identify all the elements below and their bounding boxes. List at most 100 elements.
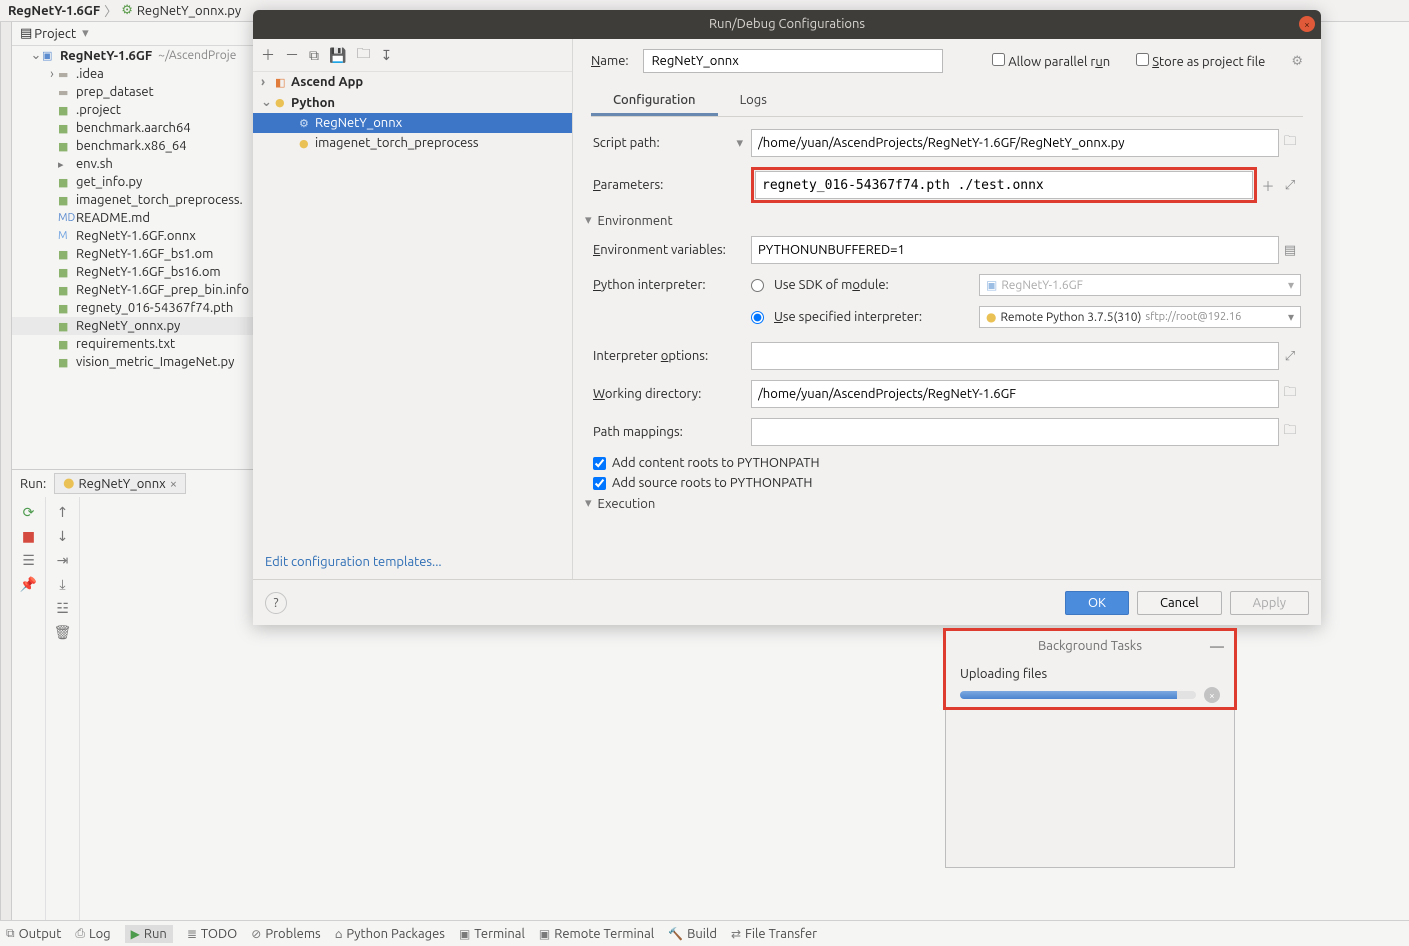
print-icon[interactable]: ☳ (46, 597, 79, 619)
bottom-run[interactable]: ▶Run (125, 925, 173, 943)
tree-item[interactable]: MRegNetY-1.6GF.onnx (12, 227, 268, 245)
cancel-button[interactable]: Cancel (1137, 591, 1222, 615)
rerun-icon[interactable]: ⟳ (12, 501, 45, 523)
browse-icon[interactable]: 🗀 (1279, 383, 1301, 405)
config-group-python[interactable]: ⌄●Python (253, 92, 572, 113)
bottom-log[interactable]: ⎙Log (75, 927, 110, 941)
tree-item[interactable]: ■get_info.py (12, 173, 268, 191)
edit-templates-link[interactable]: Edit configuration templates... (253, 545, 572, 579)
project-tree[interactable]: ⌄ ▣ RegNetY-1.6GF ~/AscendProje ›▬.idea … (12, 46, 268, 469)
project-tool-header[interactable]: ▤ Project ▾ (12, 22, 268, 46)
script-path-input[interactable] (751, 129, 1279, 157)
exec-section[interactable]: ▾Execution (585, 496, 1301, 511)
scrollend-icon[interactable]: ⤓ (46, 573, 79, 595)
config-item-regnety[interactable]: ⚙RegNetY_onnx (253, 113, 572, 133)
cancel-task-icon[interactable]: × (1204, 687, 1220, 703)
layout-icon[interactable]: ☰ (12, 549, 45, 571)
interp-opts-input[interactable] (751, 342, 1279, 370)
bottom-remote-terminal[interactable]: ▣Remote Terminal (539, 927, 654, 941)
interpreter-dropdown[interactable]: ● Remote Python 3.7.5(310) sftp://root@1… (979, 306, 1301, 328)
sort-icon[interactable]: ↧ (380, 47, 392, 64)
chevron-down-icon[interactable]: ▾ (736, 136, 743, 151)
stop-icon[interactable]: ■ (12, 525, 45, 547)
env-section[interactable]: ▾Environment (585, 213, 1301, 228)
config-group-ascend[interactable]: ›◧Ascend App (253, 72, 572, 92)
run-tab[interactable]: ● RegNetY_onnx × (54, 473, 186, 494)
pin-icon[interactable]: 📌 (12, 573, 45, 595)
ok-button[interactable]: OK (1065, 591, 1129, 615)
expand-icon[interactable]: ⤢ (1279, 349, 1301, 364)
chevron-right-icon: 〉 (104, 1, 117, 20)
tree-item[interactable]: ■benchmark.aarch64 (12, 119, 268, 137)
tree-item[interactable]: ›▬.idea (12, 65, 268, 83)
expand-icon[interactable]: ⤢ (1279, 178, 1301, 193)
minimize-icon[interactable]: — (1210, 638, 1224, 654)
bottom-build[interactable]: 🔨Build (668, 927, 717, 941)
tree-item[interactable]: ■imagenet_torch_preprocess. (12, 191, 268, 209)
close-icon[interactable]: × (1299, 16, 1315, 32)
use-sdk-label: Use SDK of module: (774, 278, 889, 292)
chevron-down-icon[interactable]: ▾ (82, 26, 89, 41)
add-content-root-checkbox[interactable] (593, 457, 606, 470)
workdir-input[interactable] (751, 380, 1279, 408)
bottom-todo[interactable]: ≣TODO (187, 927, 237, 941)
tree-item[interactable]: ■requirements.txt (12, 335, 268, 353)
close-icon[interactable]: × (170, 477, 177, 491)
crumb-root[interactable]: RegNetY-1.6GF (8, 4, 100, 18)
trash-icon[interactable]: 🗑 (46, 621, 79, 643)
softwrap-icon[interactable]: ⇥ (46, 549, 79, 571)
name-input[interactable] (643, 49, 943, 73)
tree-item[interactable]: ■benchmark.x86_64 (12, 137, 268, 155)
store-as-project-checkbox[interactable]: Store as project file (1136, 53, 1265, 69)
pathmap-input[interactable] (751, 418, 1279, 446)
envvars-input[interactable] (751, 236, 1279, 264)
tree-item[interactable]: ■RegNetY-1.6GF_bs16.om (12, 263, 268, 281)
bottom-terminal[interactable]: ▣Terminal (459, 927, 525, 941)
bottom-output[interactable]: ⧉Output (6, 927, 61, 941)
allow-parallel-checkbox[interactable]: Allow parallel run (992, 53, 1110, 69)
up-icon[interactable]: ↑ (46, 501, 79, 523)
add-icon[interactable]: ＋ (1257, 176, 1279, 195)
list-icon[interactable]: ▤ (1279, 243, 1301, 258)
python-icon: ■ (58, 356, 72, 369)
gear-icon[interactable]: ⚙ (1291, 54, 1303, 69)
config-tree[interactable]: ›◧Ascend App ⌄●Python ⚙RegNetY_onnx ●ima… (253, 72, 572, 545)
add-source-root-checkbox[interactable] (593, 477, 606, 490)
help-button[interactable]: ? (265, 592, 287, 614)
remove-icon[interactable]: － (285, 45, 299, 65)
config-item-imagenet[interactable]: ●imagenet_torch_preprocess (253, 133, 572, 153)
use-specified-radio[interactable] (751, 311, 764, 324)
browse-icon[interactable]: 🗀 (1279, 421, 1301, 443)
tab-configuration[interactable]: Configuration (591, 87, 718, 116)
tree-item[interactable]: ■vision_metric_ImageNet.py (12, 353, 268, 371)
run-toolwindow-header: Run: ● RegNetY_onnx × (12, 469, 268, 497)
copy-icon[interactable]: ⧉ (309, 47, 319, 64)
down-icon[interactable]: ↓ (46, 525, 79, 547)
sdk-module-dropdown[interactable]: ▣ RegNetY-1.6GF ▾ (979, 274, 1301, 296)
use-sdk-radio[interactable] (751, 279, 764, 292)
browse-icon[interactable]: 🗀 (1279, 132, 1301, 154)
tree-item[interactable]: ■RegNetY-1.6GF_prep_bin.info (12, 281, 268, 299)
tree-item[interactable]: ▬prep_dataset (12, 83, 268, 101)
tree-item[interactable]: ▸env.sh (12, 155, 268, 173)
tree-item[interactable]: ■regnety_016-54367f74.pth (12, 299, 268, 317)
apply-button[interactable]: Apply (1230, 591, 1309, 615)
tree-root[interactable]: ⌄ ▣ RegNetY-1.6GF ~/AscendProje (12, 46, 268, 65)
parameters-input[interactable] (755, 171, 1253, 199)
python-icon: ■ (58, 194, 72, 207)
crumb-file[interactable]: RegNetY_onnx.py (137, 4, 241, 18)
folder-icon[interactable]: 🗀 (356, 43, 370, 67)
bottom-problems[interactable]: ⊘Problems (251, 927, 320, 941)
folder-icon: ▬ (58, 86, 72, 99)
bottom-file-transfer[interactable]: ⇄File Transfer (731, 927, 817, 941)
add-icon[interactable]: ＋ (261, 45, 275, 65)
tree-item[interactable]: ■.project (12, 101, 268, 119)
log-icon: ⎙ (75, 927, 85, 941)
tree-item[interactable]: MDREADME.md (12, 209, 268, 227)
tree-item[interactable]: ■RegNetY-1.6GF_bs1.om (12, 245, 268, 263)
tab-logs[interactable]: Logs (718, 87, 789, 116)
bottom-pypkg[interactable]: ⌂Python Packages (335, 927, 445, 941)
tree-item[interactable]: ■RegNetY_onnx.py (12, 317, 268, 335)
run-console[interactable] (80, 497, 268, 920)
save-icon[interactable]: 💾 (329, 47, 346, 64)
